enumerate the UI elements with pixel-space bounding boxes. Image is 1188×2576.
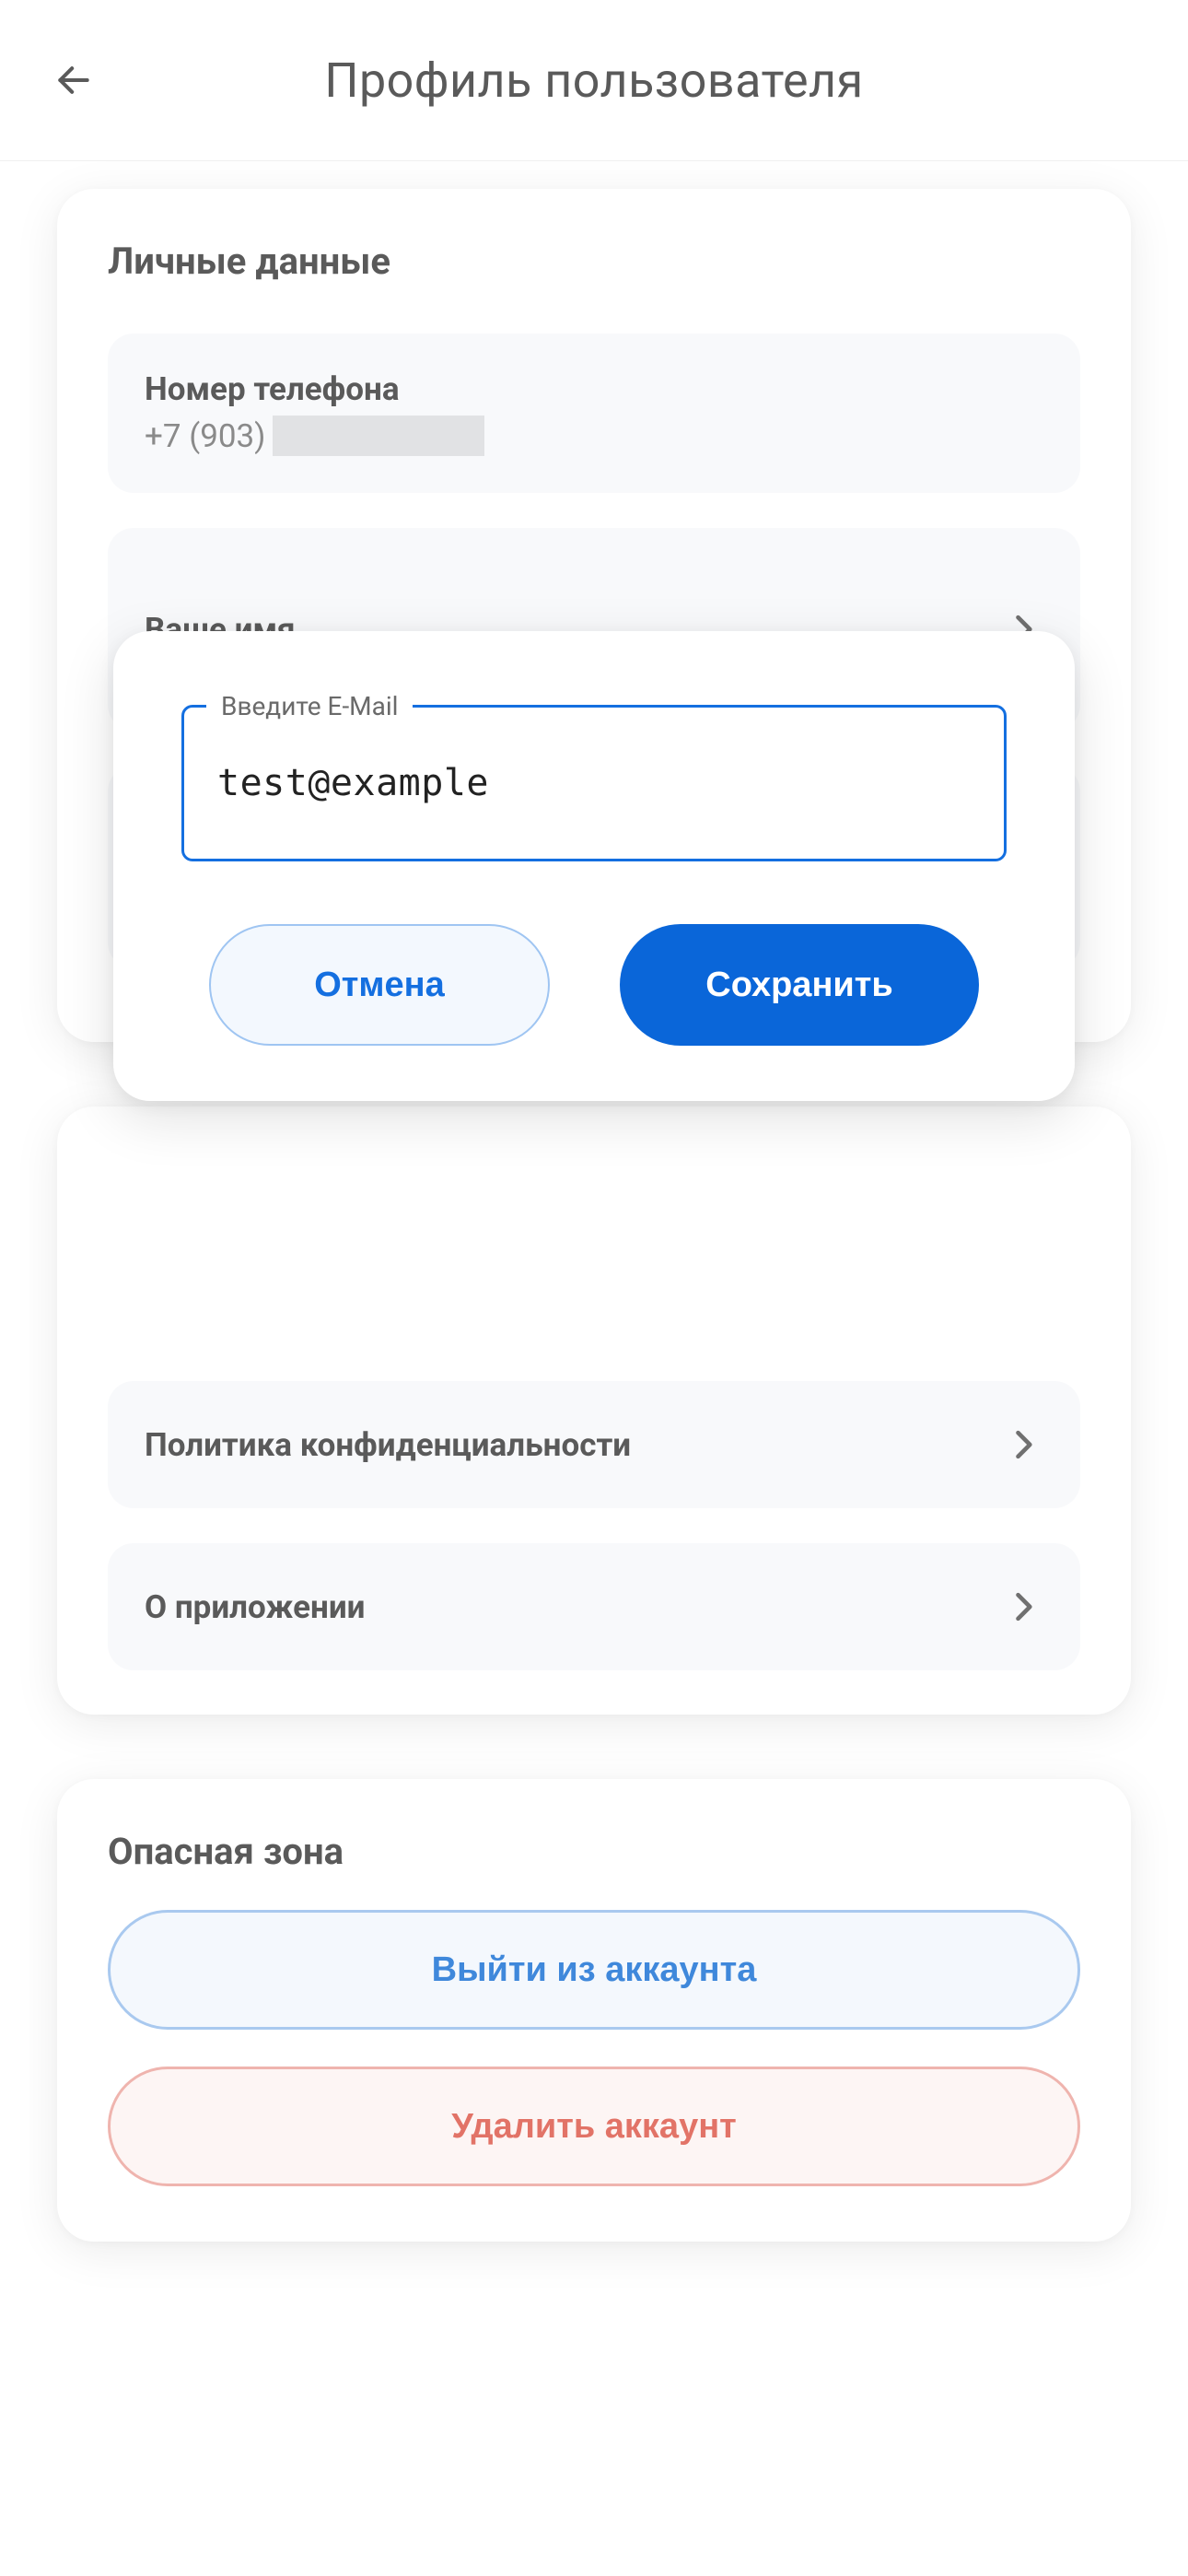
dialog-button-row: Отмена Сохранить bbox=[181, 924, 1007, 1046]
back-button[interactable] bbox=[46, 53, 101, 108]
danger-zone-heading: Опасная зона bbox=[108, 1830, 1080, 1873]
save-button[interactable]: Сохранить bbox=[620, 924, 979, 1046]
page-body: Личные данные Номер телефона +7 (903) Ва… bbox=[0, 161, 1188, 2242]
about-app-label: О приложении bbox=[145, 1588, 365, 1626]
personal-data-heading: Личные данные bbox=[108, 240, 1080, 283]
email-text-field[interactable]: Введите E-Mail bbox=[181, 705, 1007, 861]
phone-value-prefix: +7 (903) bbox=[145, 417, 265, 455]
arrow-left-icon bbox=[53, 60, 94, 100]
danger-zone-card: Опасная зона Выйти из аккаунта Удалить а… bbox=[57, 1779, 1131, 2242]
email-text-field-label: Введите E-Mail bbox=[206, 691, 413, 721]
phone-tile: Номер телефона +7 (903) bbox=[108, 334, 1080, 493]
email-input[interactable] bbox=[217, 762, 971, 804]
popup-overlap-spacer bbox=[108, 1151, 1080, 1381]
logout-button[interactable]: Выйти из аккаунта bbox=[108, 1910, 1080, 2030]
other-settings-card: Политика конфиденциальности О приложении bbox=[57, 1107, 1131, 1715]
delete-account-button[interactable]: Удалить аккаунт bbox=[108, 2067, 1080, 2186]
phone-value-redacted bbox=[273, 416, 484, 456]
personal-data-card: Личные данные Номер телефона +7 (903) Ва… bbox=[57, 189, 1131, 1042]
about-app-tile[interactable]: О приложении bbox=[108, 1543, 1080, 1670]
top-bar: Профиль пользователя bbox=[0, 0, 1188, 161]
chevron-right-icon bbox=[1003, 1424, 1043, 1465]
phone-value: +7 (903) bbox=[145, 416, 1043, 456]
privacy-policy-tile[interactable]: Политика конфиденциальности bbox=[108, 1381, 1080, 1508]
privacy-policy-label: Политика конфиденциальности bbox=[145, 1426, 631, 1464]
chevron-right-icon bbox=[1003, 1587, 1043, 1627]
email-edit-dialog: Введите E-Mail Отмена Сохранить bbox=[113, 631, 1075, 1101]
phone-label: Номер телефона bbox=[145, 370, 1043, 408]
cancel-button[interactable]: Отмена bbox=[209, 924, 550, 1046]
page-title: Профиль пользователя bbox=[101, 53, 1142, 109]
